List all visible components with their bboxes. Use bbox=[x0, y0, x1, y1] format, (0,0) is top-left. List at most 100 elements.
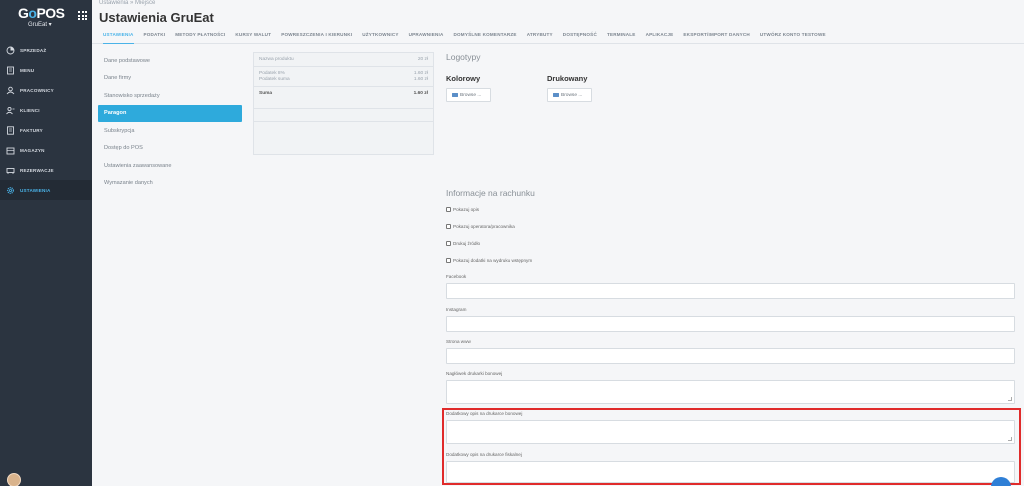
sidebar-item-label: SPRZEDAŻ bbox=[20, 47, 47, 53]
avatar[interactable] bbox=[7, 473, 21, 486]
receipt-tax-value: 1.60 zł bbox=[413, 71, 428, 76]
sidebar-item-label: FAKTURY bbox=[20, 127, 43, 133]
warehouse-icon bbox=[6, 146, 15, 155]
breadcrumb[interactable]: Ustawienia » Miejsce bbox=[99, 0, 155, 6]
brand: GoPOS GruEat ▾ bbox=[0, 0, 92, 36]
checkbox-print-source[interactable]: Drukuj źródło bbox=[446, 241, 480, 246]
logos-title: Logotypy bbox=[446, 52, 481, 62]
sidebar-item-magazyn[interactable]: MAGAZYN bbox=[0, 140, 92, 160]
tab-kursy-walut[interactable]: KURSY WALUT bbox=[235, 28, 271, 44]
reservations-icon bbox=[6, 166, 15, 175]
checkbox-label: Pokazuj operatora/pracownika bbox=[453, 224, 515, 229]
browse-label: Browse ... bbox=[460, 92, 482, 98]
submenu-item-wymazanie-danych[interactable]: Wymazanie danych bbox=[98, 175, 242, 193]
sidebar-nav: SPRZEDAŻ MENU PRACOWNICY KLIENCI FAKTURY bbox=[0, 40, 92, 200]
clients-icon bbox=[6, 106, 15, 115]
instagram-label: Instagram bbox=[446, 307, 467, 312]
submenu-item-dostep-do-pos[interactable]: Dostęp do POS bbox=[98, 140, 242, 158]
app-logo[interactable]: GoPOS bbox=[18, 5, 65, 21]
settings-icon bbox=[6, 186, 15, 195]
checkbox-label: Pokazuj dodatki na wydruku wstępnym bbox=[453, 258, 533, 263]
checkbox-label: Drukuj źródło bbox=[453, 241, 481, 246]
facebook-label: Facebook bbox=[446, 274, 467, 279]
sidebar-item-label: USTAWIENIA bbox=[20, 187, 51, 193]
facebook-input[interactable] bbox=[446, 283, 1015, 299]
sidebar-item-rezerwacje[interactable]: REZERWACJE bbox=[0, 160, 92, 180]
checkbox-show-addons[interactable]: Pokazuj dodatki na wydruku wstępnym bbox=[446, 258, 532, 263]
folder-icon bbox=[452, 93, 458, 97]
sales-icon bbox=[6, 46, 15, 55]
receipt-row-product: Nazwa produktu 20 zł bbox=[254, 57, 433, 62]
sidebar-item-label: KLIENCI bbox=[20, 107, 40, 113]
checkbox-box[interactable] bbox=[446, 241, 451, 246]
sidebar: GoPOS GruEat ▾ SPRZEDAŻ MENU PRACOWNICY bbox=[0, 0, 92, 486]
submenu-item-stanowisko-sprzedazy[interactable]: Stanowisko sprzedaży bbox=[98, 87, 242, 105]
submenu-item-paragon[interactable]: Paragon bbox=[98, 104, 242, 122]
logo-print-label: Drukowany bbox=[547, 74, 588, 83]
sidebar-item-label: REZERWACJE bbox=[20, 167, 54, 173]
receipt-product-label: Nazwa produktu bbox=[259, 57, 294, 62]
instagram-input[interactable] bbox=[446, 316, 1015, 332]
tab-dostepnosc[interactable]: DOSTĘPNOŚĆ bbox=[563, 28, 597, 44]
tab-metody-platnosci[interactable]: METODY PŁATNOŚCI bbox=[175, 28, 225, 44]
submenu-item-dane-firmy[interactable]: Dane firmy bbox=[98, 70, 242, 88]
tab-pomieszczenia[interactable]: POWRESZCZENIA I KIERUNKI bbox=[281, 28, 352, 44]
apps-grid-icon[interactable] bbox=[78, 11, 87, 20]
sidebar-item-faktury[interactable]: FAKTURY bbox=[0, 120, 92, 140]
checkbox-show-description[interactable]: Pokazuj opis bbox=[446, 207, 479, 212]
checkbox-box[interactable] bbox=[446, 258, 451, 263]
www-input[interactable] bbox=[446, 348, 1015, 364]
sidebar-item-menu[interactable]: MENU bbox=[0, 60, 92, 80]
sidebar-item-pracownicy[interactable]: PRACOWNICY bbox=[0, 80, 92, 100]
browse-label: Browse ... bbox=[561, 92, 583, 98]
tab-atrybuty[interactable]: ATRYBUTY bbox=[527, 28, 553, 44]
invoice-info-title: Informacje na rachunku bbox=[446, 188, 535, 198]
menu-icon bbox=[6, 66, 15, 75]
www-label: Strona www bbox=[446, 339, 471, 344]
logo-color-label: Kolorowy bbox=[446, 74, 481, 83]
submenu-item-subskrypcja[interactable]: Subskrypcja bbox=[98, 122, 242, 140]
page-title: Ustawienia GruEat bbox=[99, 10, 214, 25]
tab-uprawnienia[interactable]: UPRAWNIENIA bbox=[409, 28, 444, 44]
sidebar-item-klienci[interactable]: KLIENCI bbox=[0, 100, 92, 120]
receipt-preview: Nazwa produktu 20 zł Podatek 8% 1.60 zł … bbox=[253, 52, 434, 155]
highlight-box bbox=[442, 408, 1021, 485]
tab-domyslne-komentarze[interactable]: DOMYŚLNE KOMENTARZE bbox=[454, 28, 517, 44]
tab-terminale[interactable]: TERMINALE bbox=[607, 28, 636, 44]
receipt-row-tax-sum: Podatek suma 1.60 zł bbox=[254, 77, 433, 82]
sidebar-item-sprzedaz[interactable]: SPRZEDAŻ bbox=[0, 40, 92, 60]
employees-icon bbox=[6, 86, 15, 95]
logo-text-pos: POS bbox=[36, 5, 65, 21]
tab-utworz-konto-testowe[interactable]: UTWÓRZ KONTO TESTOWE bbox=[760, 28, 826, 44]
sidebar-item-label: PRACOWNICY bbox=[20, 87, 54, 93]
tab-podatki[interactable]: PODATKI bbox=[144, 28, 166, 44]
company-selector[interactable]: GruEat ▾ bbox=[28, 21, 52, 28]
receipt-sum-label: Suma bbox=[259, 91, 273, 96]
checkbox-box[interactable] bbox=[446, 207, 451, 212]
submenu-item-ustawienia-zaawansowane[interactable]: Ustawienia zaawansowane bbox=[98, 157, 242, 175]
tab-ustawienia[interactable]: USTAWIENIA bbox=[103, 28, 134, 44]
checkbox-box[interactable] bbox=[446, 224, 451, 229]
browse-print-logo-button[interactable]: Browse ... bbox=[547, 88, 592, 102]
logo-text-g: G bbox=[18, 5, 29, 21]
receipt-tax-sum-label: Podatek suma bbox=[259, 77, 290, 82]
folder-icon bbox=[553, 93, 559, 97]
settings-submenu: Dane podstawowe Dane firmy Stanowisko sp… bbox=[98, 52, 242, 192]
header-bon-label: Nagłówek drukarki bonowej bbox=[446, 371, 503, 376]
tab-aplikacje[interactable]: APLIKACJE bbox=[646, 28, 674, 44]
sidebar-item-label: MENU bbox=[20, 67, 35, 73]
sidebar-item-ustawienia[interactable]: USTAWIENIA bbox=[0, 180, 92, 200]
invoices-icon bbox=[6, 125, 15, 135]
tab-eksport-import[interactable]: EKSPORT/IMPORT DANYCH bbox=[683, 28, 749, 44]
settings-tabs: USTAWIENIA PODATKI METODY PŁATNOŚCI KURS… bbox=[92, 28, 1024, 44]
checkbox-show-operator[interactable]: Pokazuj operatora/pracownika bbox=[446, 224, 515, 229]
tab-uzytkownicy[interactable]: UŻYTKOWNICY bbox=[362, 28, 398, 44]
browse-color-logo-button[interactable]: Browse ... bbox=[446, 88, 491, 102]
receipt-row-sum: Suma 1.60 zł bbox=[254, 91, 433, 96]
receipt-tax-sum-value: 1.60 zł bbox=[413, 77, 428, 82]
receipt-row-tax: Podatek 8% 1.60 zł bbox=[254, 71, 433, 76]
header-bon-textarea[interactable] bbox=[446, 380, 1015, 404]
sidebar-item-label: MAGAZYN bbox=[20, 147, 45, 153]
checkbox-label: Pokazuj opis bbox=[453, 207, 480, 212]
submenu-item-dane-podstawowe[interactable]: Dane podstawowe bbox=[98, 52, 242, 70]
